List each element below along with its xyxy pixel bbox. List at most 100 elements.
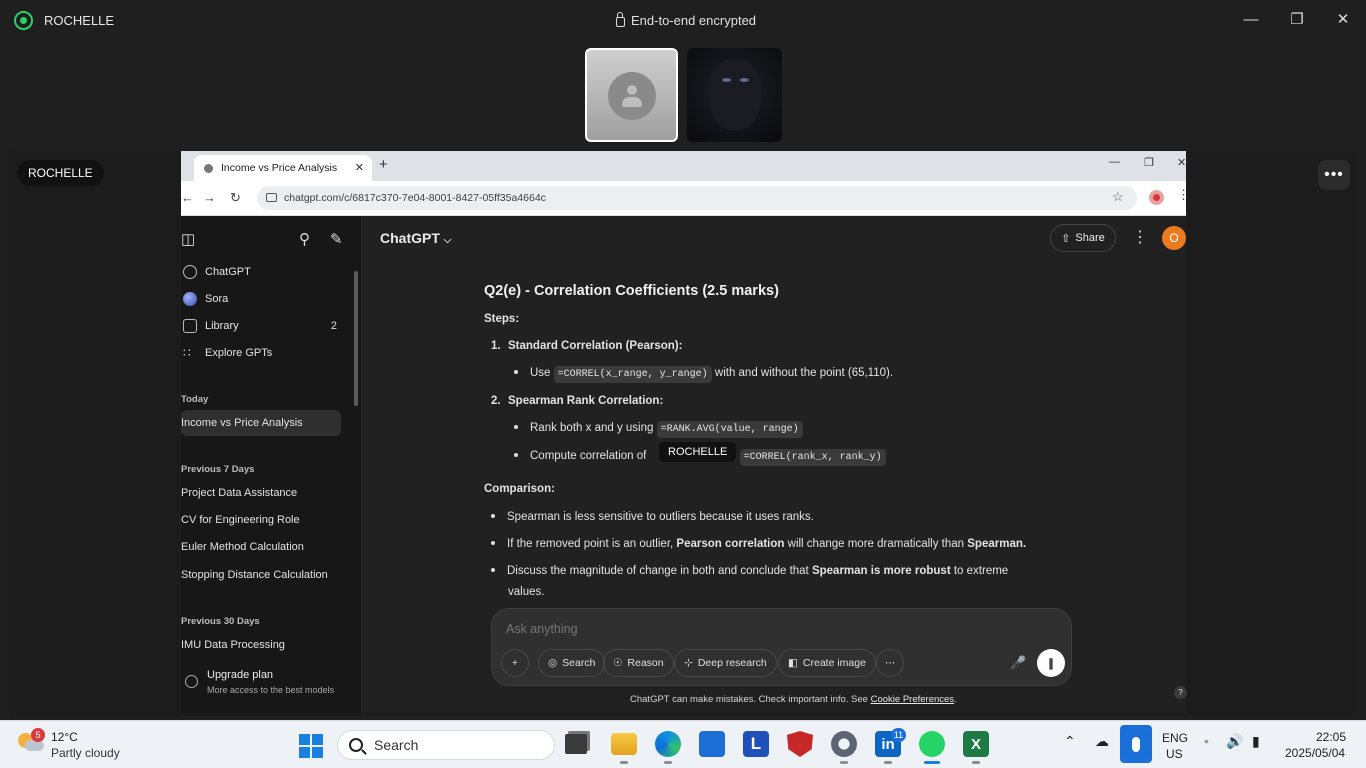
chat-item[interactable]: Project Data Assistance	[181, 480, 341, 506]
prompt-input[interactable]	[506, 622, 1006, 636]
app-running-indicator	[972, 761, 980, 764]
onedrive-error-icon[interactable]: ☁	[1095, 733, 1109, 750]
chat-item[interactable]: CV for Engineering Role	[181, 507, 341, 533]
whatsapp-icon[interactable]	[919, 731, 945, 757]
bullet-icon	[514, 425, 518, 429]
user-avatar[interactable]: O	[1162, 226, 1186, 250]
mcafee-icon[interactable]	[787, 731, 813, 757]
chevron-down-icon: ⌵	[443, 235, 452, 246]
url-text: chatgpt.com/c/6817c370-7e04-8001-8427-05…	[284, 192, 546, 204]
upgrade-plan-button[interactable]: Upgrade plan More access to the best mod…	[183, 663, 353, 703]
browser-minimize-icon[interactable]: —	[1109, 156, 1120, 168]
disclaimer-end: .	[954, 694, 957, 705]
bullet-icon	[514, 370, 518, 374]
reason-tool-button[interactable]: ☉ Reason	[603, 649, 674, 677]
sidebar-item-label: Explore GPTs	[205, 347, 273, 359]
browser-close-icon[interactable]: ✕	[1177, 156, 1186, 169]
forward-icon[interactable]: →	[203, 190, 216, 205]
task-view-icon[interactable]	[565, 734, 587, 754]
file-explorer-icon[interactable]	[611, 733, 637, 755]
more-tools-button[interactable]: ⋯	[876, 649, 904, 677]
app-running-indicator	[884, 761, 892, 764]
taskbar-search[interactable]: Search	[337, 730, 555, 760]
back-icon[interactable]: ←	[181, 190, 194, 205]
message-composer: + ◎ Search ☉ Reason ⊹ Deep research ◧ Create…	[491, 608, 1072, 686]
grid-icon: ∷	[183, 346, 191, 360]
input-language[interactable]: ENG	[1162, 731, 1188, 745]
minimize-button[interactable]: —	[1238, 8, 1264, 30]
clock-date[interactable]: 2025/05/04	[1285, 746, 1345, 760]
voice-mode-button[interactable]: ∥	[1037, 649, 1065, 677]
inline-code: =CORREL(rank_x, rank_y)	[739, 449, 886, 466]
sidebar-item-library[interactable]: Library 2	[181, 313, 341, 339]
encryption-label: End-to-end encrypted	[631, 13, 757, 28]
excel-icon[interactable]: X	[963, 731, 989, 757]
sidebar-item-chatgpt[interactable]: ChatGPT	[181, 259, 341, 285]
chat-item[interactable]: IMU Data Processing	[181, 632, 341, 658]
close-button[interactable]: ✕	[1330, 8, 1356, 30]
tab-close-icon[interactable]: ✕	[355, 161, 364, 174]
cloud-shape	[25, 740, 44, 751]
lightbulb-icon: ☉	[613, 657, 623, 669]
battery-icon[interactable]: ▮	[1252, 733, 1260, 750]
disclaimer: ChatGPT can make mistakes. Check importa…	[630, 694, 957, 705]
site-info-icon[interactable]	[266, 193, 277, 202]
conversation-menu-icon[interactable]: ⋮	[1132, 227, 1148, 247]
linkedin-notification-badge: 11	[891, 728, 906, 742]
sidebar-scrollbar[interactable]	[354, 271, 358, 406]
app-active-indicator	[924, 761, 940, 764]
profile-avatar-icon[interactable]	[1149, 190, 1164, 205]
participant-tile-video[interactable]	[687, 48, 782, 142]
sidebar-item-sora[interactable]: Sora	[181, 286, 341, 312]
more-options-button[interactable]: •••	[1318, 160, 1350, 190]
bullet-icon	[514, 453, 518, 457]
chat-item-active[interactable]: Income vs Price Analysis	[181, 410, 341, 436]
volume-icon[interactable]: 🔊	[1226, 733, 1243, 750]
windows-start-icon[interactable]	[299, 734, 323, 758]
new-chat-icon[interactable]: ✎	[330, 230, 343, 248]
new-tab-icon[interactable]: +	[379, 156, 388, 173]
browser-tab[interactable]: Income vs Price Analysis ✕	[194, 155, 372, 181]
edge-browser-icon[interactable]	[655, 731, 681, 757]
whatsapp-titlebar: ROCHELLE End-to-end encrypted — ❐ ✕	[0, 0, 1366, 40]
clock-time[interactable]: 22:05	[1316, 730, 1346, 744]
screen-share-owner-badge: ROCHELLE	[17, 160, 104, 186]
input-region[interactable]: US	[1166, 747, 1183, 761]
participant-tile-self[interactable]	[585, 48, 678, 142]
sidebar-item-explore-gpts[interactable]: ∷ Explore GPTs	[181, 340, 341, 366]
maximize-button[interactable]: ❐	[1284, 8, 1310, 30]
sidebar-item-label: Library	[205, 320, 239, 332]
text: Use	[530, 367, 551, 379]
wifi-icon[interactable]: •	[1204, 733, 1209, 749]
browser-menu-icon[interactable]: ⋮	[1177, 187, 1186, 203]
search-icon	[349, 738, 363, 752]
app-l-icon[interactable]: L	[743, 731, 769, 757]
share-button[interactable]: ⇧ Share	[1050, 224, 1116, 252]
bookmark-star-icon[interactable]: ☆	[1112, 189, 1124, 205]
address-bar[interactable]: chatgpt.com/c/6817c370-7e04-8001-8427-05…	[257, 186, 1137, 210]
model-selector[interactable]: ChatGPT ⌵	[380, 230, 451, 246]
chat-item[interactable]: Stopping Distance Calculation	[181, 562, 341, 588]
microphone-in-use-icon[interactable]	[1120, 725, 1152, 763]
microphone-icon[interactable]: 🎤	[1010, 655, 1026, 671]
create-image-button[interactable]: ◧ Create image	[778, 649, 876, 677]
browser-restore-icon[interactable]: ❐	[1144, 156, 1154, 169]
search-tool-button[interactable]: ◎ Search	[538, 649, 606, 677]
sidebar-toggle-icon[interactable]: ◫	[181, 230, 195, 248]
comparison-bullet-continued: values.	[508, 586, 545, 598]
chat-item[interactable]: Euler Method Calculation	[181, 534, 341, 560]
deep-research-button[interactable]: ⊹ Deep research	[674, 649, 777, 677]
reload-icon[interactable]: ↻	[230, 190, 241, 206]
weather-temperature[interactable]: 12°C	[51, 730, 78, 744]
show-hidden-icons-chevron-icon[interactable]: ⌃	[1064, 733, 1076, 750]
help-icon[interactable]: ?	[1174, 686, 1187, 699]
weather-description[interactable]: Partly cloudy	[51, 746, 120, 760]
attach-button[interactable]: +	[501, 649, 529, 677]
microsoft-store-icon[interactable]	[699, 731, 725, 757]
cookie-preferences-link[interactable]: Cookie Preferences	[871, 694, 954, 705]
text: Spearman is less sensitive to outliers b…	[507, 511, 814, 523]
upgrade-icon	[185, 675, 198, 688]
search-icon[interactable]: ⚲	[299, 230, 310, 248]
sidebar-item-label: Sora	[205, 293, 229, 305]
settings-gear-icon[interactable]	[831, 731, 857, 757]
